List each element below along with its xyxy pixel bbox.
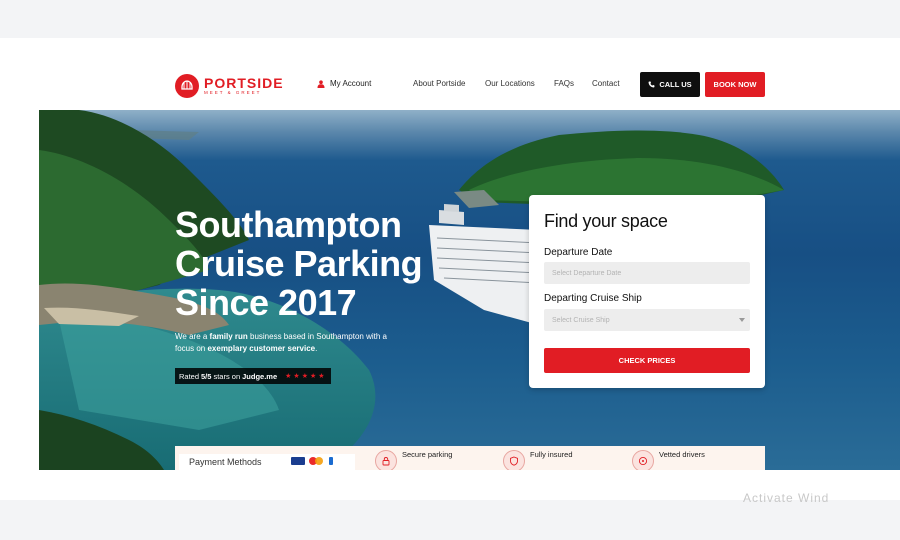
nav-faqs[interactable]: FAQs <box>554 79 574 88</box>
my-account-label: My Account <box>330 79 372 88</box>
find-space-card: Find your space Departure Date Select De… <box>529 195 765 388</box>
rating-site: Judge.me <box>242 371 278 381</box>
features-strip: Payment Methods Secure parking Fully ins… <box>175 446 765 470</box>
call-us-label: CALL US <box>659 80 692 89</box>
rating-score: 5/5 <box>201 371 212 381</box>
find-space-title: Find your space <box>544 211 668 231</box>
feature-secure-parking: Secure parking <box>375 446 452 470</box>
payment-card-logos <box>291 457 337 465</box>
brand-tagline: MEET & GREET <box>204 90 262 96</box>
site-header: PORTSIDE MEET & GREET My Account About P… <box>0 38 900 110</box>
check-prices-button[interactable]: CHECK PRICES <box>544 348 750 373</box>
cruise-ship-select[interactable]: Select Cruise Ship <box>544 309 750 331</box>
windows-activation-watermark: Activate Wind <box>743 491 830 505</box>
nav-about-portside[interactable]: About Portside <box>413 79 465 88</box>
person-icon <box>317 79 325 88</box>
star-rating-icon: ★★★★★ <box>285 373 327 380</box>
call-us-button[interactable]: CALL US <box>640 72 700 97</box>
amex-icon <box>329 457 333 465</box>
departure-date-input[interactable]: Select Departure Date <box>544 262 750 284</box>
logo-badge-icon <box>175 74 199 98</box>
hero-description: We are a family run business based in So… <box>175 332 387 353</box>
brand-logo[interactable]: PORTSIDE MEET & GREET <box>175 74 284 98</box>
driver-icon <box>632 450 654 470</box>
nav-our-locations[interactable]: Our Locations <box>485 79 535 88</box>
phone-icon <box>648 81 655 88</box>
judge-me-rating-badge[interactable]: Rated 5/5 stars on Judge.me ★★★★★ <box>175 368 331 384</box>
chevron-down-icon <box>739 318 745 322</box>
padlock-icon <box>375 450 397 470</box>
visa-icon <box>291 457 305 465</box>
payment-methods-label: Payment Methods <box>189 457 262 467</box>
feature-fully-insured: Fully insured <box>503 446 573 470</box>
nav-contact[interactable]: Contact <box>592 79 620 88</box>
mastercard-icon <box>309 457 325 465</box>
hero-banner: Southampton Cruise Parking Since 2017 We… <box>39 110 900 470</box>
my-account-link[interactable]: My Account <box>317 79 371 88</box>
hero-title: Southampton Cruise Parking Since 2017 <box>175 204 423 323</box>
book-now-button[interactable]: BOOK NOW <box>705 72 765 97</box>
cruise-ship-label: Departing Cruise Ship <box>544 293 642 304</box>
page: PORTSIDE MEET & GREET My Account About P… <box>0 38 900 500</box>
shield-icon <box>503 450 525 470</box>
departure-date-label: Departure Date <box>544 247 613 258</box>
feature-vetted-drivers: Vetted drivers <box>632 446 705 470</box>
brand-name: PORTSIDE <box>204 75 284 92</box>
